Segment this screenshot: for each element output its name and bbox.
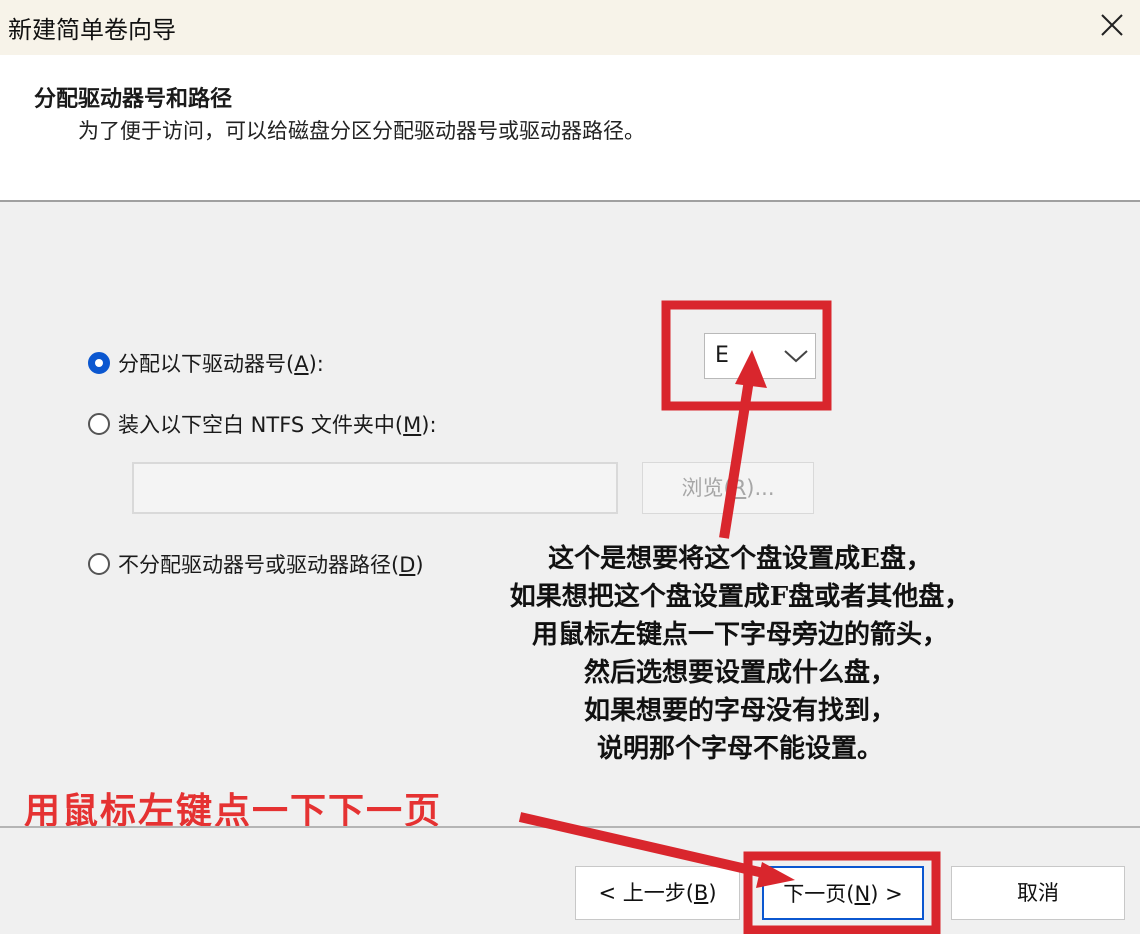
back-button[interactable]: < 上一步(B) bbox=[575, 866, 740, 920]
browse-button[interactable]: 浏览(R)... bbox=[642, 462, 814, 514]
annotation-line: 这个是想要将这个盘设置成E盘， bbox=[548, 544, 932, 574]
arrow-to-drive-letter bbox=[719, 379, 754, 539]
annotation-line: 用鼠标左键点一下字母旁边的箭头， bbox=[531, 620, 948, 650]
radio-no-assign[interactable] bbox=[88, 553, 110, 575]
wizard-header: 分配驱动器号和路径 为了便于访问，可以给磁盘分区分配驱动器号或驱动器路径。 bbox=[0, 55, 1140, 202]
radio-assign-letter[interactable] bbox=[88, 352, 110, 374]
option-label: 装入以下空白 NTFS 文件夹中(M): bbox=[118, 413, 437, 437]
annotation-line: 然后选想要设置成什么盘， bbox=[583, 658, 896, 688]
annotation-drive-tip: 这个是想要将这个盘设置成E盘， 如果想把这个盘设置成F盘或者其他盘， 用鼠标左键… bbox=[440, 540, 1040, 768]
close-button[interactable] bbox=[1092, 8, 1132, 44]
title-bar: 新建简单卷向导 bbox=[0, 0, 1140, 55]
close-icon bbox=[1101, 14, 1123, 36]
folder-path-input[interactable] bbox=[132, 462, 618, 514]
option-label: 不分配驱动器号或驱动器路径(D) bbox=[118, 553, 424, 577]
drive-letter-dropdown[interactable]: E bbox=[704, 333, 816, 379]
option-no-assign[interactable]: 不分配驱动器号或驱动器路径(D) bbox=[88, 549, 424, 579]
drive-letter-value: E bbox=[715, 343, 729, 368]
page-subtitle: 为了便于访问，可以给磁盘分区分配驱动器号或驱动器路径。 bbox=[78, 119, 645, 143]
page-title: 分配驱动器号和路径 bbox=[34, 87, 233, 112]
footer-divider bbox=[0, 826, 1140, 828]
option-assign-letter[interactable]: 分配以下驱动器号(A): bbox=[88, 348, 324, 378]
option-mount-folder[interactable]: 装入以下空白 NTFS 文件夹中(M): bbox=[88, 409, 437, 439]
annotation-line: 说明那个字母不能设置。 bbox=[596, 734, 883, 764]
chevron-down-icon bbox=[784, 350, 808, 363]
annotation-line: 如果想要的字母没有找到， bbox=[583, 696, 896, 726]
cancel-button[interactable]: 取消 bbox=[951, 866, 1125, 920]
next-button[interactable]: 下一页(N) > bbox=[762, 866, 924, 920]
radio-mount-folder[interactable] bbox=[88, 413, 110, 435]
annotation-line: 如果想把这个盘设置成F盘或者其他盘， bbox=[509, 582, 971, 612]
window-title: 新建简单卷向导 bbox=[8, 16, 176, 44]
option-label: 分配以下驱动器号(A): bbox=[118, 352, 324, 376]
